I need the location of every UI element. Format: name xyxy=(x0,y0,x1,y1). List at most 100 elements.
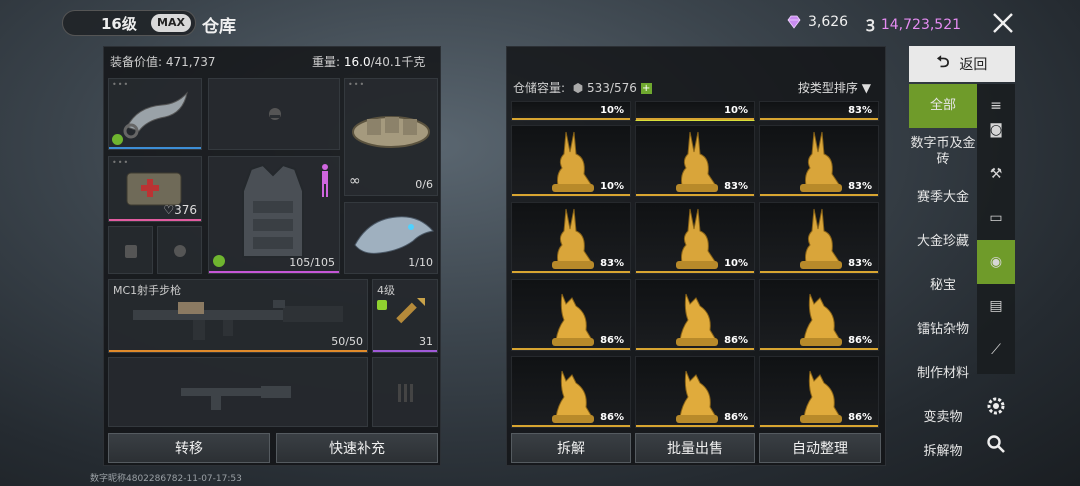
category-item-6[interactable]: 制作材料 xyxy=(909,352,977,396)
category-item-7[interactable]: 变卖物 xyxy=(909,396,977,440)
secondary-ammo-slot[interactable] xyxy=(372,357,438,427)
helmet-slot[interactable] xyxy=(208,78,340,150)
fox-statue-icon xyxy=(676,370,718,423)
category-item-3[interactable]: 大金珍藏 xyxy=(909,220,977,264)
scroll-icon[interactable]: ▤ xyxy=(977,284,1015,328)
auto-sort-button[interactable]: 自动整理 xyxy=(759,433,881,463)
storage-item[interactable]: 10% xyxy=(635,101,755,121)
level-text: 16级 xyxy=(101,14,137,33)
back-arrow-icon: ⮌ xyxy=(936,51,950,71)
rifle-ammo-count: 50/50 xyxy=(331,335,363,348)
storage-item-fox[interactable]: 86% xyxy=(511,356,631,428)
category-item-5[interactable]: 镭钻杂物 xyxy=(909,308,977,352)
belt-slot[interactable]: ••• ∞ 0/6 xyxy=(344,78,438,196)
camera-icon[interactable]: ◙ xyxy=(977,108,1015,152)
fox-statue-icon xyxy=(552,293,594,346)
empty-slot-1[interactable] xyxy=(108,226,153,274)
storage-item-fox[interactable]: 86% xyxy=(759,279,879,351)
vest-icon xyxy=(242,163,304,258)
equip-value: 装备价值: 471,737 xyxy=(110,55,216,69)
close-icon[interactable] xyxy=(990,10,1016,36)
storage-item-fox[interactable]: 86% xyxy=(635,279,755,351)
storage-item[interactable]: 83% xyxy=(759,101,879,121)
storage-item-rabbit[interactable]: 83% xyxy=(759,202,879,274)
ammo-tier-badge xyxy=(377,300,387,310)
belt-count: 0/6 xyxy=(415,178,433,191)
category-item-0[interactable]: 全部 xyxy=(909,84,977,128)
expand-capacity-button[interactable]: + xyxy=(640,83,652,94)
loadout-panel: 装备价值: 471,737 重量: 16.0/40.1千克 ••• ••• ∞ … xyxy=(103,46,441,466)
bulk-sell-button[interactable]: 批量出售 xyxy=(635,433,755,463)
storage-capacity: 仓储容量: ⬢ 533/576 + xyxy=(513,81,652,95)
secondary-weapon-slot[interactable] xyxy=(108,357,368,427)
level-pill: 16级 MAX xyxy=(62,10,196,36)
coins-icon[interactable]: ◉ xyxy=(977,240,1015,284)
pet-slot[interactable]: 1/10 xyxy=(344,202,438,274)
syringe-icon[interactable]: ⟋ xyxy=(977,328,1015,372)
settings-icon[interactable] xyxy=(986,396,1006,420)
coin-count: 14,723,521 xyxy=(880,17,962,33)
dismantle-button[interactable]: 拆解 xyxy=(511,433,631,463)
helmet-placeholder-icon xyxy=(174,245,186,257)
storage-item-rabbit[interactable]: 10% xyxy=(511,125,631,197)
item-percent: 10% xyxy=(600,181,624,192)
armor-count: 105/105 xyxy=(289,256,335,269)
armor-tier-badge xyxy=(213,255,225,267)
dropdown-arrow-icon: ▼ xyxy=(861,81,871,95)
item-percent: 10% xyxy=(724,105,748,116)
primary-weapon-slot[interactable]: MC1射手步枪 50/50 xyxy=(108,279,368,353)
belt-icon xyxy=(352,116,430,148)
coin-icon: Ꝫ xyxy=(866,16,875,35)
tier-badge xyxy=(112,134,123,145)
quick-refill-button[interactable]: 快速补充 xyxy=(276,433,438,463)
medkit-slot[interactable]: ••• ♡376 xyxy=(108,156,202,222)
coin-balance[interactable]: Ꝫ 14,723,521 xyxy=(866,14,961,36)
armor-slot[interactable]: 105/105 xyxy=(208,156,340,274)
storage-item-fox[interactable]: 86% xyxy=(511,279,631,351)
storage-item-rabbit[interactable]: 83% xyxy=(511,202,631,274)
item-percent: 86% xyxy=(724,412,748,423)
fox-statue-icon xyxy=(800,370,842,423)
rabbit-statue-icon xyxy=(676,131,718,192)
card-icon[interactable]: ▭ xyxy=(977,196,1015,240)
helmet-placeholder-icon xyxy=(269,108,281,120)
empty-slot-2[interactable] xyxy=(157,226,202,274)
back-button[interactable]: ⮌ 返回 xyxy=(909,46,1015,82)
item-percent: 86% xyxy=(724,335,748,346)
ammo-count: 31 xyxy=(419,335,433,348)
item-percent: 83% xyxy=(848,258,872,269)
transfer-button[interactable]: 转移 xyxy=(108,433,270,463)
sort-dropdown[interactable]: 按类型排序 ▼ xyxy=(798,79,871,96)
category-item-1[interactable]: 数字币及金砖 xyxy=(909,130,977,174)
item-percent: 10% xyxy=(600,105,624,116)
search-icon[interactable] xyxy=(986,434,1006,458)
weight: 重量: 16.0/40.1千克 xyxy=(312,55,426,69)
storage-item-rabbit[interactable]: 83% xyxy=(759,125,879,197)
pet-count: 1/10 xyxy=(408,256,433,269)
infinity-label: ∞ xyxy=(349,173,361,189)
item-percent: 83% xyxy=(600,258,624,269)
storage-item-fox[interactable]: 86% xyxy=(635,356,755,428)
storage-item[interactable]: 10% xyxy=(511,101,631,121)
bullets-placeholder-icon xyxy=(398,384,413,402)
rifle-icon xyxy=(133,300,343,340)
hammer-icon[interactable]: ⚒ xyxy=(977,152,1015,196)
bullet-icon xyxy=(396,298,425,324)
storage-item-rabbit[interactable]: 83% xyxy=(635,125,755,197)
page-title: 仓库 xyxy=(202,17,236,37)
storage-item-rabbit[interactable]: 10% xyxy=(635,202,755,274)
item-percent: 86% xyxy=(600,335,624,346)
footer-note: 数字昵称4802286782-11-07-17:53 xyxy=(90,474,242,484)
category-item-4[interactable]: 秘宝 xyxy=(909,264,977,308)
category-item-8[interactable]: 拆解物 xyxy=(909,444,977,464)
body-silhouette-icon xyxy=(322,164,328,197)
ammo-slot[interactable]: 4级 31 xyxy=(372,279,438,353)
box-icon: ⬢ xyxy=(572,81,584,95)
storage-item-fox[interactable]: 86% xyxy=(759,356,879,428)
category-item-2[interactable]: 赛季大金 xyxy=(909,176,977,220)
melee-slot[interactable]: ••• xyxy=(108,78,202,150)
rifle-placeholder-icon xyxy=(181,386,291,410)
rabbit-statue-icon xyxy=(552,131,594,192)
item-percent: 83% xyxy=(724,181,748,192)
diamond-balance[interactable]: 3,626 xyxy=(786,14,848,30)
